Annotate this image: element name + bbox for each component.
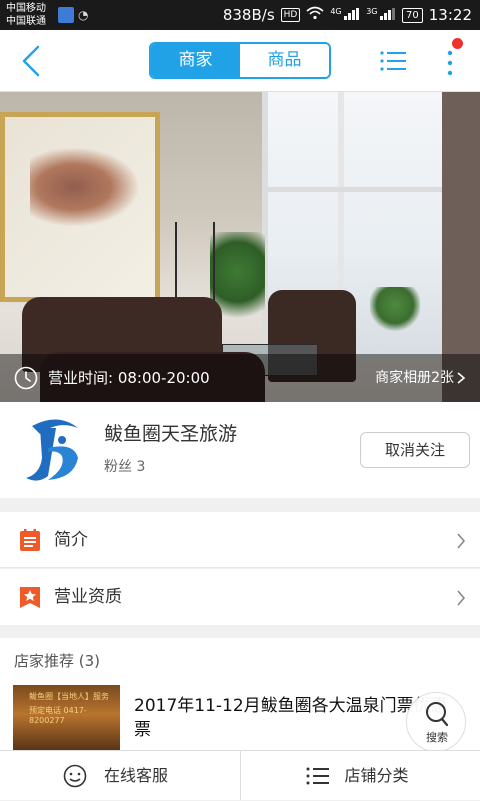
wall-painting — [0, 112, 160, 302]
album-link[interactable]: 商家相册2张 — [375, 354, 454, 402]
smiley-icon — [62, 764, 88, 788]
tab-goods[interactable]: 商品 — [240, 44, 329, 77]
network-speed: 838B/s — [223, 6, 275, 24]
thumb-caption-2: 预定电话 0417-8200277 — [29, 705, 120, 725]
top-bar: 商家 商品 — [0, 30, 480, 92]
wifi-icon — [306, 6, 324, 24]
hd-icon: HD — [281, 8, 301, 22]
carrier-2: 中国联通 — [6, 15, 46, 28]
badge-star-icon — [18, 585, 42, 609]
app-notification-icon — [58, 7, 74, 23]
online-service-button[interactable]: 在线客服 — [0, 751, 240, 800]
search-label: 搜索 — [407, 729, 467, 745]
back-button[interactable] — [18, 44, 48, 78]
shop-categories-label: 店铺分类 — [345, 751, 409, 801]
business-hours: 营业时间: 08:00-20:00 — [48, 354, 210, 402]
shop-logo — [18, 414, 86, 486]
list-icon — [305, 764, 331, 788]
carrier-1: 中国移动 — [6, 2, 46, 15]
status-right: 838B/s HD 4G 3G 70 13:22 — [223, 6, 472, 24]
list-menu-button[interactable] — [380, 50, 406, 72]
shop-name: 鲅鱼圈天圣旅游 — [104, 419, 237, 446]
notification-dot — [452, 38, 463, 49]
menu-item-intro[interactable]: 简介 — [0, 512, 480, 568]
chevron-left-icon — [18, 44, 48, 78]
more-button[interactable] — [440, 44, 460, 80]
signal-1-icon: 4G — [330, 8, 360, 22]
list-icon — [380, 50, 406, 72]
more-vertical-icon — [440, 44, 460, 80]
clock-icon — [14, 366, 38, 390]
chevron-right-icon — [456, 532, 466, 550]
menu-item-label: 简介 — [54, 512, 88, 568]
document-icon — [18, 528, 42, 552]
tab-shop[interactable]: 商家 — [151, 44, 240, 77]
search-button[interactable]: 搜索 — [406, 692, 466, 752]
carrier-info: 中国移动 中国联通 — [6, 2, 46, 28]
shop-categories-button[interactable]: 店铺分类 — [240, 751, 480, 800]
status-bar: 中国移动 中国联通 ◔ 838B/s HD 4G 3G 70 13:22 — [0, 0, 480, 30]
shop-info-card: 鲅鱼圈天圣旅游 粉丝 3 取消关注 — [0, 402, 480, 498]
notification-icons: ◔ — [58, 7, 96, 23]
shop-cover-photo[interactable]: 营业时间: 08:00-20:00 商家相册2张 — [0, 92, 480, 402]
hero-info-overlay: 营业时间: 08:00-20:00 商家相册2张 — [0, 354, 480, 402]
online-service-label: 在线客服 — [104, 751, 168, 801]
unfollow-button[interactable]: 取消关注 — [360, 432, 470, 468]
product-thumbnail[interactable]: 鲅鱼圈【当地人】服务 预定电话 0417-8200277 — [13, 685, 120, 750]
chevron-right-icon — [456, 589, 466, 607]
search-icon — [424, 700, 450, 728]
clock-time: 13:22 — [429, 6, 472, 24]
fans-count: 粉丝 3 — [104, 456, 145, 476]
menu-item-label: 营业资质 — [54, 569, 122, 625]
flower-pot — [370, 287, 420, 332]
chevron-right-icon — [456, 372, 466, 384]
wechat-icon: ◔ — [78, 7, 96, 23]
view-toggle: 商家 商品 — [149, 42, 331, 79]
network-type-1: 4G — [330, 7, 341, 16]
section-title: 店家推荐 (3) — [14, 650, 100, 671]
menu-item-license[interactable]: 营业资质 — [0, 569, 480, 625]
battery-icon: 70 — [402, 8, 423, 23]
bottom-bar: 在线客服 店铺分类 — [0, 750, 480, 800]
signal-2-icon: 3G — [366, 8, 396, 22]
network-type-2: 3G — [366, 7, 377, 16]
thumb-caption-1: 鲅鱼圈【当地人】服务 — [29, 691, 109, 702]
